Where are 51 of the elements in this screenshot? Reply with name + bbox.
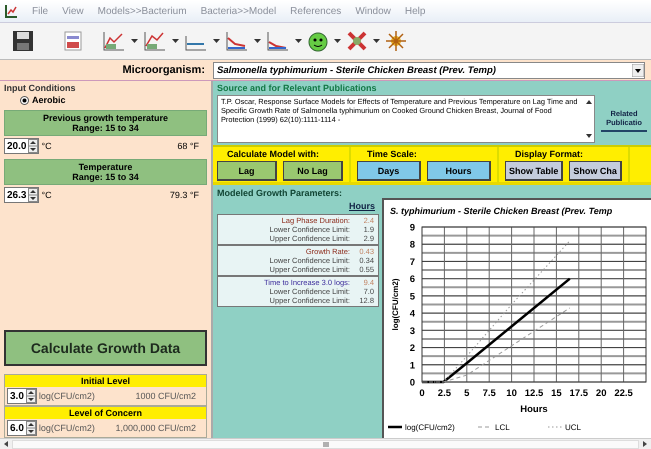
radio-label: Aerobic <box>32 95 66 105</box>
x-tick-label: 12.5 <box>524 388 544 399</box>
y-tick-label: 0 <box>410 378 415 388</box>
y-tick-label: 2 <box>410 343 415 354</box>
x-tick-label: 22.5 <box>614 388 633 399</box>
y-axis-label: log(CFU/cm2) <box>391 278 400 330</box>
x-tick-label: 15 <box>551 388 562 399</box>
x-tick-label: 2.5 <box>438 388 451 399</box>
legend-item: UCL <box>548 423 582 432</box>
header-title: Temperature <box>78 162 134 172</box>
level-title: Initial Level <box>80 375 132 387</box>
unit-label: log(CFU/cm2) <box>38 423 95 433</box>
converted-value: 1000 CFU/cm2 <box>135 391 197 401</box>
panel-title: Modeled Growth Parameters: <box>217 188 344 198</box>
microorganism-label: Microorganism: <box>121 64 206 76</box>
converted-value: 79.3 °F <box>170 190 200 200</box>
header-title: Previous growth temperature <box>42 113 170 123</box>
group-title: Time Scale: <box>366 149 418 159</box>
section-title: Input Conditions <box>3 82 76 93</box>
range-label: Range: 15 to 34 <box>71 123 140 133</box>
x-tick-label: 10 <box>506 388 517 399</box>
y-tick-label: 4 <box>410 308 415 320</box>
y-tick-label: 3 <box>410 326 415 337</box>
x-tick-label: 7.5 <box>482 388 496 399</box>
group-title: Display Format: <box>514 149 584 159</box>
group-title: Calculate Model with: <box>226 149 320 159</box>
x-tick-label: 0 <box>419 388 425 399</box>
unit-label: °C <box>41 141 52 151</box>
x-tick-label: 20 <box>596 388 606 399</box>
y-tick-label: 7 <box>410 256 415 268</box>
y-tick-label: 6 <box>410 274 415 286</box>
x-axis-label: Hours <box>520 404 548 415</box>
chart-title: S. typhimurium - Sterile Chicken Breast (Prev. Temp <box>390 206 612 216</box>
unit-label: °C <box>41 190 52 200</box>
legend-label: LCL <box>495 423 510 432</box>
panel-title: Source and for Relevant Publications <box>217 83 378 93</box>
range-label: Range: 15 to 34 <box>71 172 140 182</box>
converted-value: 68 °F <box>177 141 200 151</box>
y-tick-label: 1 <box>410 360 415 372</box>
y-tick-label: 8 <box>410 240 415 251</box>
legend-label: UCL <box>565 423 582 432</box>
y-tick-label: 9 <box>410 222 415 234</box>
unit-label: log(CFU/cm2) <box>38 391 95 401</box>
x-tick-label: 5 <box>464 388 470 399</box>
y-tick-label: 5 <box>410 291 415 302</box>
level-title: Level of Concern <box>68 407 143 419</box>
x-tick-label: 17.5 <box>570 388 588 399</box>
legend-item: log(CFU/cm2) <box>388 423 455 432</box>
legend-label: log(CFU/cm2) <box>405 423 456 432</box>
legend-item: LCL <box>478 423 510 432</box>
converted-value: 1,000,000 CFU/cm2 <box>115 423 197 433</box>
